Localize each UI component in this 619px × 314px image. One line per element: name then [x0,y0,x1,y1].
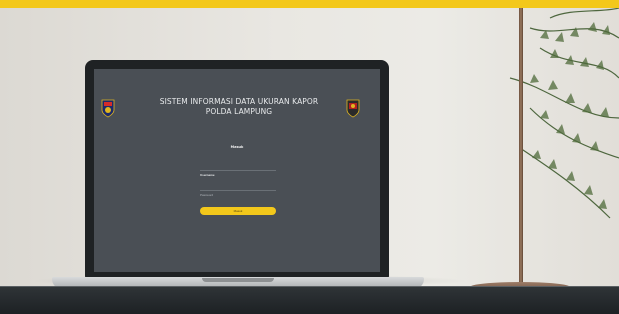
plant-leaves [509,8,619,219]
title-line-1: SISTEM INFORMASI DATA UKURAN KAPOR [159,97,319,106]
password-field[interactable] [200,181,276,200]
polri-emblem-icon [346,99,360,118]
username-field[interactable] [200,161,276,180]
login-button[interactable]: Masuk [200,207,276,215]
desk [0,287,619,314]
password-input[interactable] [200,190,276,200]
title-line-2: POLDA LAMPUNG [205,107,273,116]
page-title: SISTEM INFORMASI DATA UKURAN KAPOR POLDA… [150,97,328,117]
login-heading: Masuk [230,145,244,149]
floor-lamp-pole [519,8,523,288]
top-accent-bar [0,0,619,8]
username-input[interactable] [200,170,276,180]
polda-logo-icon [101,99,115,118]
laptop-notch [202,278,274,282]
